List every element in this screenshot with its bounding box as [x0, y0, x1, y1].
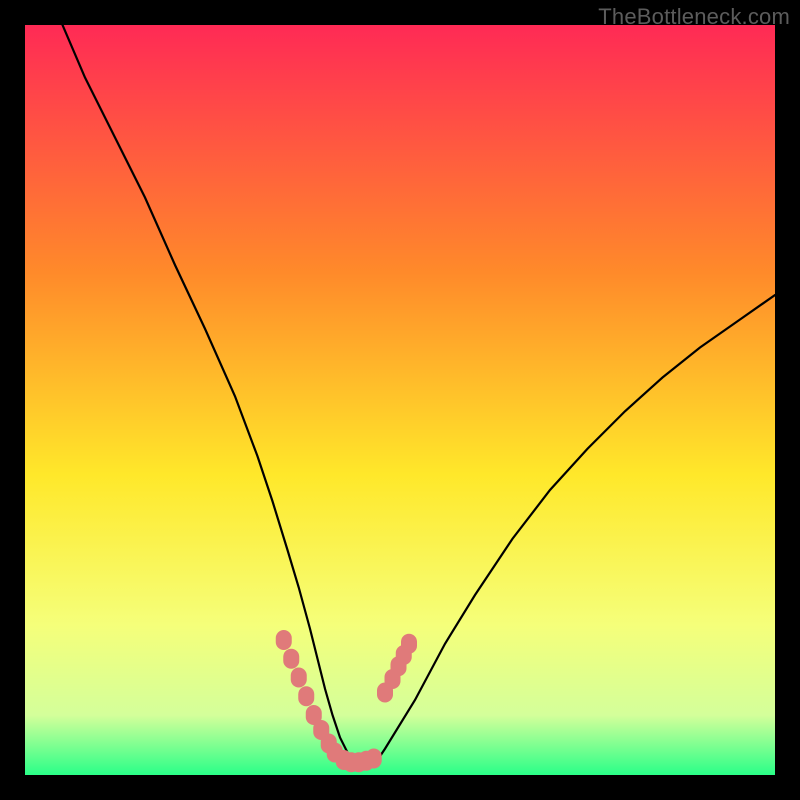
canvas: TheBottleneck.com	[0, 0, 800, 800]
marker-point	[401, 634, 417, 654]
marker-point	[283, 649, 299, 669]
bottleneck-chart	[25, 25, 775, 775]
watermark-text: TheBottleneck.com	[598, 4, 790, 30]
marker-point	[291, 668, 307, 688]
marker-point	[276, 630, 292, 650]
marker-point	[298, 686, 314, 706]
marker-point	[366, 749, 382, 769]
